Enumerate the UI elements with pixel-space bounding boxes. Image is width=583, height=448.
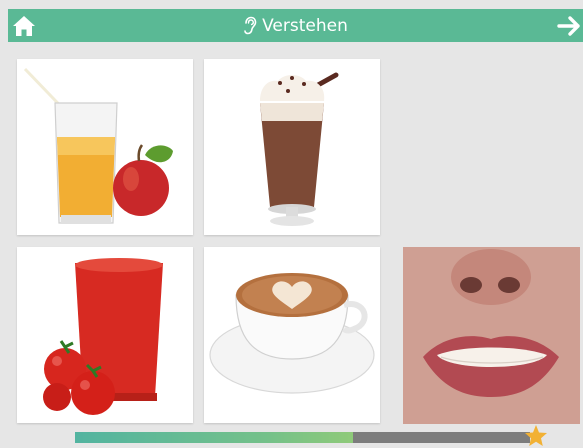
- star-icon: [525, 425, 547, 446]
- arrow-right-icon: [557, 16, 580, 36]
- speaker-video: [403, 247, 580, 424]
- choice-card-apple-juice[interactable]: [17, 59, 193, 235]
- ear-icon: [244, 16, 257, 35]
- choice-card-cappuccino[interactable]: [204, 247, 380, 423]
- page-title: Verstehen: [262, 15, 348, 36]
- tomato-juice-image: [43, 258, 163, 415]
- speaker-mouth-video: [403, 247, 580, 424]
- choice-card-tomato-juice[interactable]: [17, 247, 193, 423]
- header-title-group: Verstehen: [8, 9, 583, 42]
- next-button[interactable]: [557, 15, 581, 37]
- cappuccino-image: [209, 273, 375, 394]
- chocolate-milkshake-image: [260, 72, 339, 226]
- progress-bar: [75, 432, 530, 443]
- choice-card-chocolate-shake[interactable]: [204, 59, 380, 235]
- header-bar: Verstehen: [8, 9, 583, 42]
- progress-fill: [75, 432, 353, 443]
- apple-juice-image: [23, 67, 173, 224]
